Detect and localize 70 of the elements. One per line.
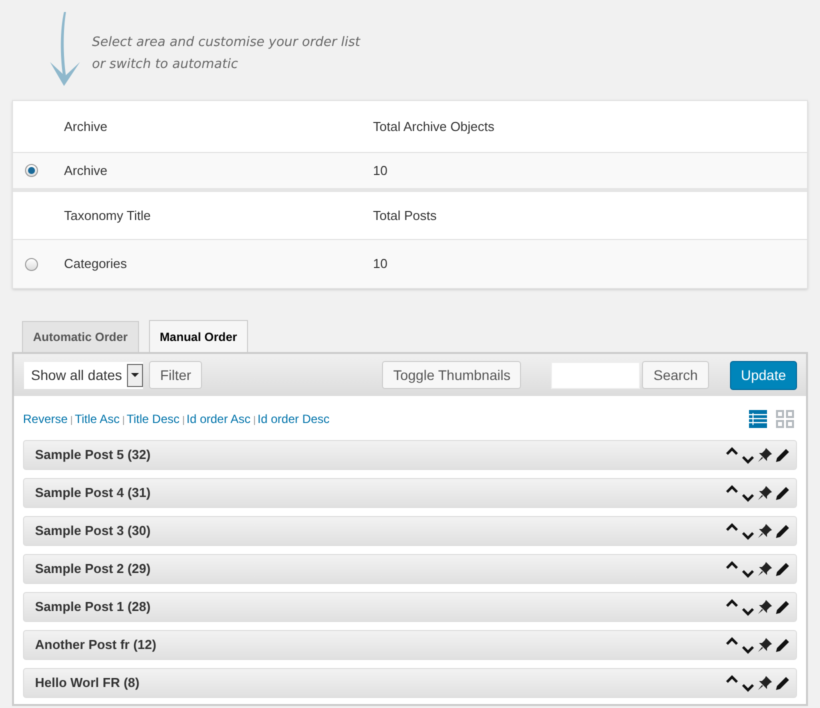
- post-row[interactable]: Sample Post 5 (32): [23, 440, 797, 470]
- post-row[interactable]: Sample Post 4 (31): [23, 478, 797, 508]
- post-title: Hello Worl FR (8): [35, 674, 140, 692]
- down-chevron-icon[interactable]: [742, 456, 754, 464]
- pin-icon[interactable]: [758, 600, 772, 614]
- radio-button[interactable]: [25, 164, 38, 177]
- up-chevron-icon[interactable]: [726, 561, 738, 569]
- hint-text: Select area and customise your order list: [92, 34, 360, 52]
- pencil-icon[interactable]: [776, 600, 790, 614]
- column-header: Total Posts: [373, 206, 437, 225]
- date-dropdown[interactable]: Show all dates: [24, 362, 144, 388]
- table-cell-text: 10: [373, 255, 388, 274]
- pencil-icon[interactable]: [776, 524, 790, 538]
- down-chevron-icon[interactable]: [742, 494, 754, 502]
- pencil-icon[interactable]: [776, 562, 790, 576]
- down-chevron-icon[interactable]: [742, 684, 754, 692]
- post-title: Sample Post 5 (32): [35, 446, 151, 464]
- post-row[interactable]: Hello Worl FR (8): [23, 668, 797, 698]
- post-row[interactable]: Sample Post 3 (30): [23, 516, 797, 546]
- up-chevron-icon[interactable]: [726, 447, 738, 455]
- table-cell-text: Archive: [64, 162, 108, 180]
- pin-icon[interactable]: [758, 524, 772, 538]
- down-chevron-icon[interactable]: [742, 646, 754, 654]
- list-view-icon[interactable]: [749, 410, 767, 428]
- sort-link[interactable]: Id order Desc: [258, 410, 330, 428]
- table-cell-text: Categories: [64, 255, 128, 274]
- post-title: Sample Post 1 (28): [35, 598, 151, 616]
- column-header: Total Archive Objects: [373, 118, 494, 136]
- pencil-icon[interactable]: [776, 638, 790, 652]
- post-row[interactable]: Another Post fr (12): [23, 630, 797, 660]
- post-title: Sample Post 2 (29): [35, 560, 151, 578]
- tab[interactable]: Automatic Order: [22, 321, 139, 352]
- up-chevron-icon[interactable]: [726, 485, 738, 493]
- column-header: Archive: [64, 118, 108, 136]
- sort-link[interactable]: Title Asc: [74, 410, 120, 428]
- radio-button[interactable]: [25, 258, 38, 270]
- down-chevron-icon[interactable]: [742, 532, 754, 540]
- pin-icon[interactable]: [758, 448, 772, 462]
- post-row[interactable]: Sample Post 2 (29): [23, 554, 797, 584]
- up-chevron-icon[interactable]: [726, 637, 738, 645]
- post-title: Sample Post 3 (30): [35, 522, 151, 540]
- search-button[interactable]: Search: [642, 361, 709, 389]
- up-chevron-icon[interactable]: [726, 675, 738, 683]
- sort-link[interactable]: Id order Asc: [186, 410, 251, 428]
- search-field[interactable]: [551, 362, 640, 388]
- filter-button[interactable]: Filter: [149, 361, 202, 389]
- pencil-icon[interactable]: [776, 676, 790, 690]
- arrow-icon: [48, 10, 82, 88]
- column-header: Taxonomy Title: [64, 206, 152, 225]
- pin-icon[interactable]: [758, 638, 772, 652]
- sort-link[interactable]: Title Desc: [126, 410, 180, 428]
- up-chevron-icon[interactable]: [726, 523, 738, 531]
- pin-icon[interactable]: [758, 486, 772, 500]
- post-row[interactable]: Sample Post 1 (28): [23, 592, 797, 622]
- post-title: Another Post fr (12): [35, 636, 156, 654]
- pin-icon[interactable]: [758, 562, 772, 576]
- update-button[interactable]: Update: [730, 360, 797, 390]
- toggle-thumbnails-button[interactable]: Toggle Thumbnails: [382, 361, 522, 389]
- down-chevron-icon[interactable]: [742, 608, 754, 616]
- pencil-icon[interactable]: [776, 486, 790, 500]
- hint-text: or switch to automatic: [92, 56, 239, 74]
- caret-icon: [131, 373, 140, 377]
- pin-icon[interactable]: [758, 676, 772, 690]
- sort-link[interactable]: Reverse: [23, 410, 68, 428]
- table-cell-text: 10: [373, 162, 388, 180]
- tab[interactable]: Manual Order: [148, 320, 248, 352]
- pencil-icon[interactable]: [776, 448, 790, 462]
- down-chevron-icon[interactable]: [742, 570, 754, 578]
- post-title: Sample Post 4 (31): [35, 484, 151, 502]
- up-chevron-icon[interactable]: [726, 599, 738, 607]
